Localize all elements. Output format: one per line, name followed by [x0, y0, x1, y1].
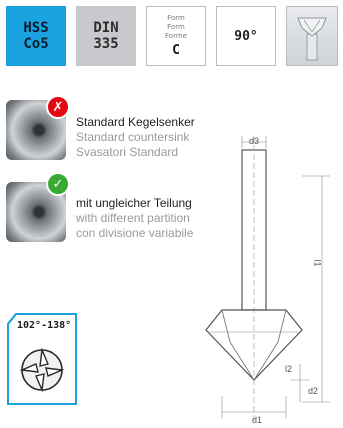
item-variable-it: con divisione variabile [76, 226, 194, 240]
item-standard-de: Standard Kegelsenker [76, 115, 195, 129]
item-standard-en: Standard countersink [76, 130, 190, 144]
tool-thumbnail [286, 6, 338, 66]
standard-badge: DIN 335 [76, 6, 136, 66]
cross-icon: ✗ [46, 95, 70, 119]
item-variable-de: mit ungleicher Teilung [76, 196, 192, 210]
angle-value: 90° [234, 28, 258, 44]
standard-badge-line2: 335 [93, 36, 119, 52]
angle-range-label: 102°-138° [17, 320, 72, 331]
dim-l2: l2 [285, 364, 293, 374]
item-standard-description: Standard Kegelsenker Standard countersin… [76, 115, 195, 160]
dim-d1: d1 [252, 415, 263, 425]
form-badge: Form Form Forme C [146, 6, 206, 66]
form-label-de: Form [167, 14, 185, 22]
technical-drawing [205, 136, 330, 424]
dim-l1: l1 [312, 259, 323, 267]
standard-badge-line1: DIN [93, 20, 119, 36]
dim-d2: d2 [308, 386, 319, 396]
check-icon: ✓ [46, 172, 70, 196]
material-badge-line2: Co5 [23, 36, 49, 52]
material-badge-line1: HSS [23, 20, 49, 36]
item-standard-it: Svasatori Standard [76, 145, 179, 159]
angle-badge: 90° [216, 6, 276, 66]
item-variable-en: with different partition [76, 211, 190, 225]
countersink-thumbnail-icon [297, 17, 327, 61]
form-value: C [172, 43, 180, 58]
dim-d3: d3 [249, 136, 260, 146]
form-label-en: Form [167, 23, 185, 31]
material-badge: HSS Co5 [6, 6, 66, 66]
item-variable-description: mit ungleicher Teilung with different pa… [76, 196, 193, 241]
form-label-fr: Forme [165, 32, 187, 40]
